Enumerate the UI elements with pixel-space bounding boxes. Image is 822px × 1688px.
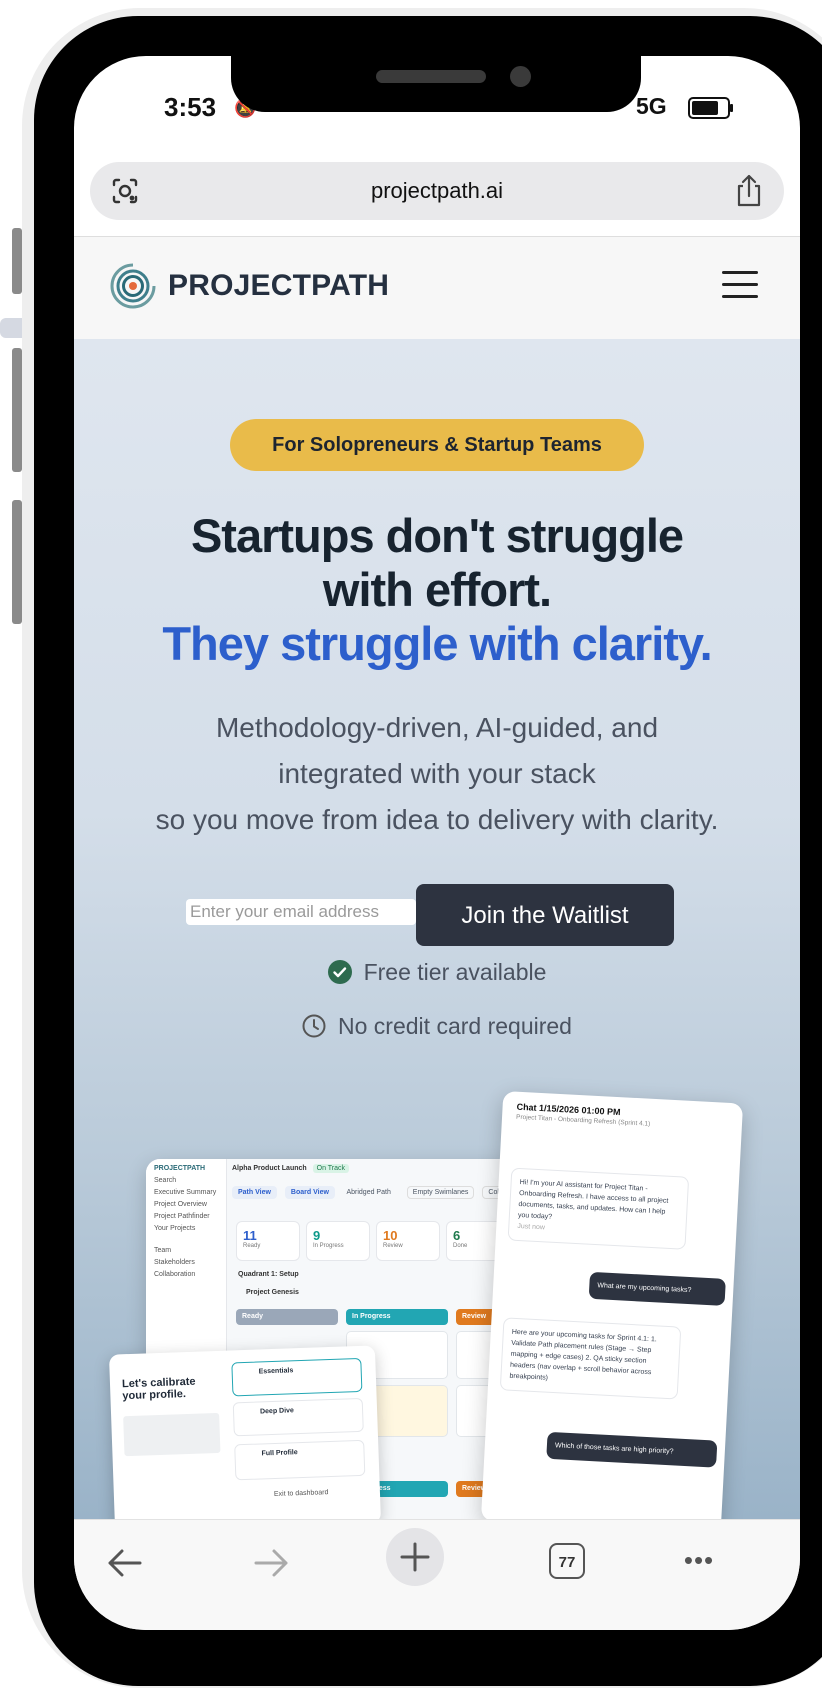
- battery-icon: [688, 97, 733, 119]
- network-type: 5G: [636, 93, 667, 119]
- chat-subtitle: Project Titan - Onboarding Refresh (Spri…: [515, 1113, 651, 1128]
- mockup-tab: Abridged Path: [346, 1189, 391, 1196]
- brand-name[interactable]: PROJECTPATH: [168, 269, 389, 303]
- subtitle-line-2: integrated with your stack: [278, 758, 596, 789]
- mockup-stat-value: 9: [313, 1228, 321, 1243]
- chat-message-text: Which of those tasks are high priority?: [554, 1442, 674, 1456]
- plus-icon: [400, 1542, 430, 1572]
- dynamic-notch: [231, 56, 641, 112]
- back-arrow-icon[interactable]: [102, 1540, 146, 1586]
- calibrate-exit: Exit to dashboard: [273, 1489, 329, 1499]
- calibrate-option-label: Deep Dive: [259, 1407, 295, 1416]
- audience-badge: For Solopreneurs & Startup Teams: [230, 419, 644, 471]
- headline-line-1: Startups don't struggle: [190, 509, 684, 562]
- mockup-sidebar-item: Executive Summary: [154, 1189, 217, 1196]
- mockup-stat-card: 9 In Progress: [306, 1221, 370, 1261]
- mockup-stat-value: 11: [243, 1228, 257, 1243]
- hamburger-menu-icon[interactable]: [722, 271, 758, 299]
- forward-arrow-icon[interactable]: [250, 1540, 294, 1586]
- mockup-sidebar-item: Stakeholders: [154, 1259, 195, 1266]
- phone-volume-up-button: [12, 348, 22, 472]
- chat-message-user: What are my upcoming tasks?: [588, 1271, 726, 1306]
- projectpath-logo-icon[interactable]: [110, 263, 156, 309]
- mockup-sidebar-item: Your Projects: [154, 1225, 196, 1232]
- mockup-project-row: Project Genesis: [246, 1289, 299, 1296]
- mockup-column-in-progress: In Progress: [346, 1309, 448, 1325]
- calibrate-option-label: Full Profile: [261, 1449, 298, 1458]
- mockup-stat-card: 10 Review: [376, 1221, 440, 1261]
- mockup-tab: Path View: [232, 1186, 277, 1199]
- calibrate-option-label: Essentials: [258, 1367, 294, 1376]
- chat-timestamp: Just now: [517, 1222, 546, 1232]
- calibrate-title: Let's calibrate your profile.: [121, 1375, 196, 1403]
- mockup-stat-card: 11 Ready: [236, 1221, 300, 1261]
- mockup-project-title: Alpha Product Launch: [232, 1165, 307, 1172]
- calibrate-option: Essentials: [231, 1357, 363, 1397]
- chat-message-text: Here are your upcoming tasks for Sprint …: [509, 1328, 657, 1382]
- hero-subtitle: Methodology-driven, AI-guided, and integ…: [74, 705, 800, 843]
- mockup-stat-label: Ready: [243, 1243, 261, 1249]
- ai-chat-panel: Chat 1/15/2026 01:00 PM Project Titan - …: [480, 1091, 744, 1533]
- join-waitlist-button[interactable]: Join the Waitlist: [416, 884, 674, 946]
- browser-toolbar: 77 •••: [74, 1519, 800, 1630]
- mockup-sidebar-item: Search: [154, 1177, 177, 1184]
- share-icon[interactable]: [732, 173, 766, 209]
- headline-line-2: with effort.: [322, 563, 552, 616]
- mockup-sidebar-item: Project Overview: [154, 1201, 207, 1208]
- tabs-button[interactable]: 77: [546, 1540, 588, 1586]
- benefit-no-credit-card-text: No credit card required: [338, 1013, 572, 1039]
- speaker-grille: [376, 70, 486, 83]
- mockup-stat-value: 10: [383, 1228, 398, 1243]
- mockup-tab: Empty Swimlanes: [406, 1186, 475, 1199]
- headline-accent: They struggle with clarity.: [162, 617, 712, 670]
- chat-message-ai: Hi! I'm your AI assistant for Project Ti…: [507, 1167, 690, 1250]
- subtitle-line-1: Methodology-driven, AI-guided, and: [215, 712, 659, 743]
- new-tab-button[interactable]: [386, 1528, 444, 1586]
- site-header: PROJECTPATH: [74, 236, 800, 339]
- calibrate-description: [123, 1412, 221, 1457]
- address-bar[interactable]: projectpath.ai: [90, 162, 784, 220]
- mockup-tab: Board View: [284, 1186, 335, 1199]
- benefit-no-credit-card: No credit card required: [74, 1013, 800, 1040]
- mockup-sidebar-item: Collaboration: [154, 1271, 196, 1278]
- chat-message-user: Which of those tasks are high priority?: [546, 1431, 718, 1468]
- front-camera: [510, 66, 531, 87]
- mockup-sidebar-item: Team: [154, 1247, 172, 1254]
- clock-icon: [302, 1014, 326, 1038]
- mockup-stat-label: Review: [383, 1243, 403, 1249]
- chat-message-text: What are my upcoming tasks?: [597, 1282, 692, 1295]
- chat-message-ai: Here are your upcoming tasks for Sprint …: [499, 1317, 682, 1400]
- hero-headline: Startups don't struggle with effort. The…: [74, 509, 800, 671]
- check-circle-icon: [327, 960, 352, 984]
- mockup-column-ready: Ready: [236, 1309, 338, 1325]
- mockup-sidebar-item: Project Pathfinder: [154, 1213, 210, 1220]
- phone-volume-down-button: [12, 500, 22, 624]
- email-input[interactable]: [186, 899, 416, 925]
- url-text[interactable]: projectpath.ai: [90, 178, 784, 204]
- subtitle-line-3: so you move from idea to delivery with c…: [155, 804, 719, 835]
- clock: 3:53: [164, 92, 217, 122]
- mockup-brand: PROJECTPATH: [154, 1165, 206, 1172]
- phone-screen: 3:53 🔕 ••• 5G projectpath.ai PROJECTPATH: [74, 56, 800, 1630]
- hero-section: For Solopreneurs & Startup Teams Startup…: [74, 339, 800, 1533]
- mockup-status-badge: On Track: [312, 1164, 350, 1173]
- more-options-icon[interactable]: •••: [678, 1540, 720, 1586]
- calibrate-profile-panel: Let's calibrate your profile. Essentials…: [108, 1345, 382, 1533]
- calibrate-option: Full Profile: [234, 1439, 366, 1481]
- tab-count: 77: [549, 1543, 585, 1579]
- mockup-quadrant: Quadrant 1: Setup: [238, 1271, 299, 1278]
- benefit-free-tier-text: Free tier available: [363, 959, 547, 985]
- mockup-stat-label: In Progress: [313, 1243, 344, 1249]
- mockup-view-tabs: Path View Board View Abridged Path Empty…: [232, 1186, 522, 1199]
- phone-action-button: [12, 228, 22, 294]
- chat-message-text: Hi! I'm your AI assistant for Project Ti…: [517, 1178, 669, 1221]
- benefit-free-tier: Free tier available: [74, 959, 800, 986]
- calibrate-option: Deep Dive: [232, 1397, 364, 1437]
